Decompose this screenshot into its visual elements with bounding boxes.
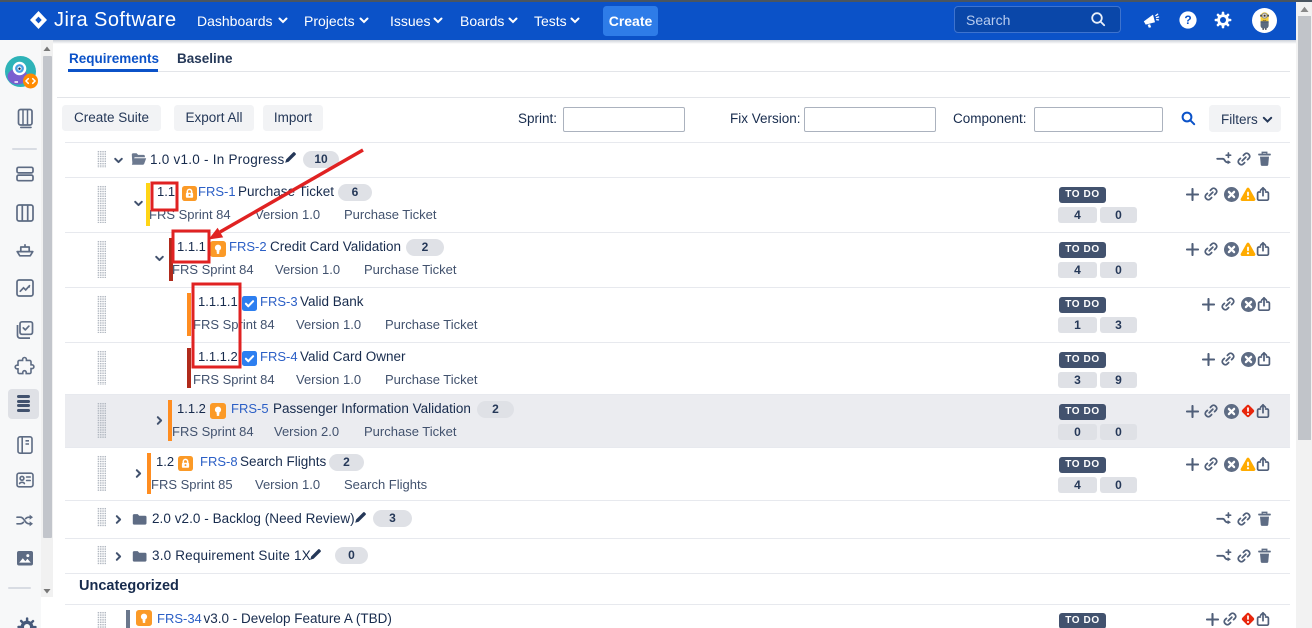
svg-text:?: ? [1184, 13, 1191, 27]
